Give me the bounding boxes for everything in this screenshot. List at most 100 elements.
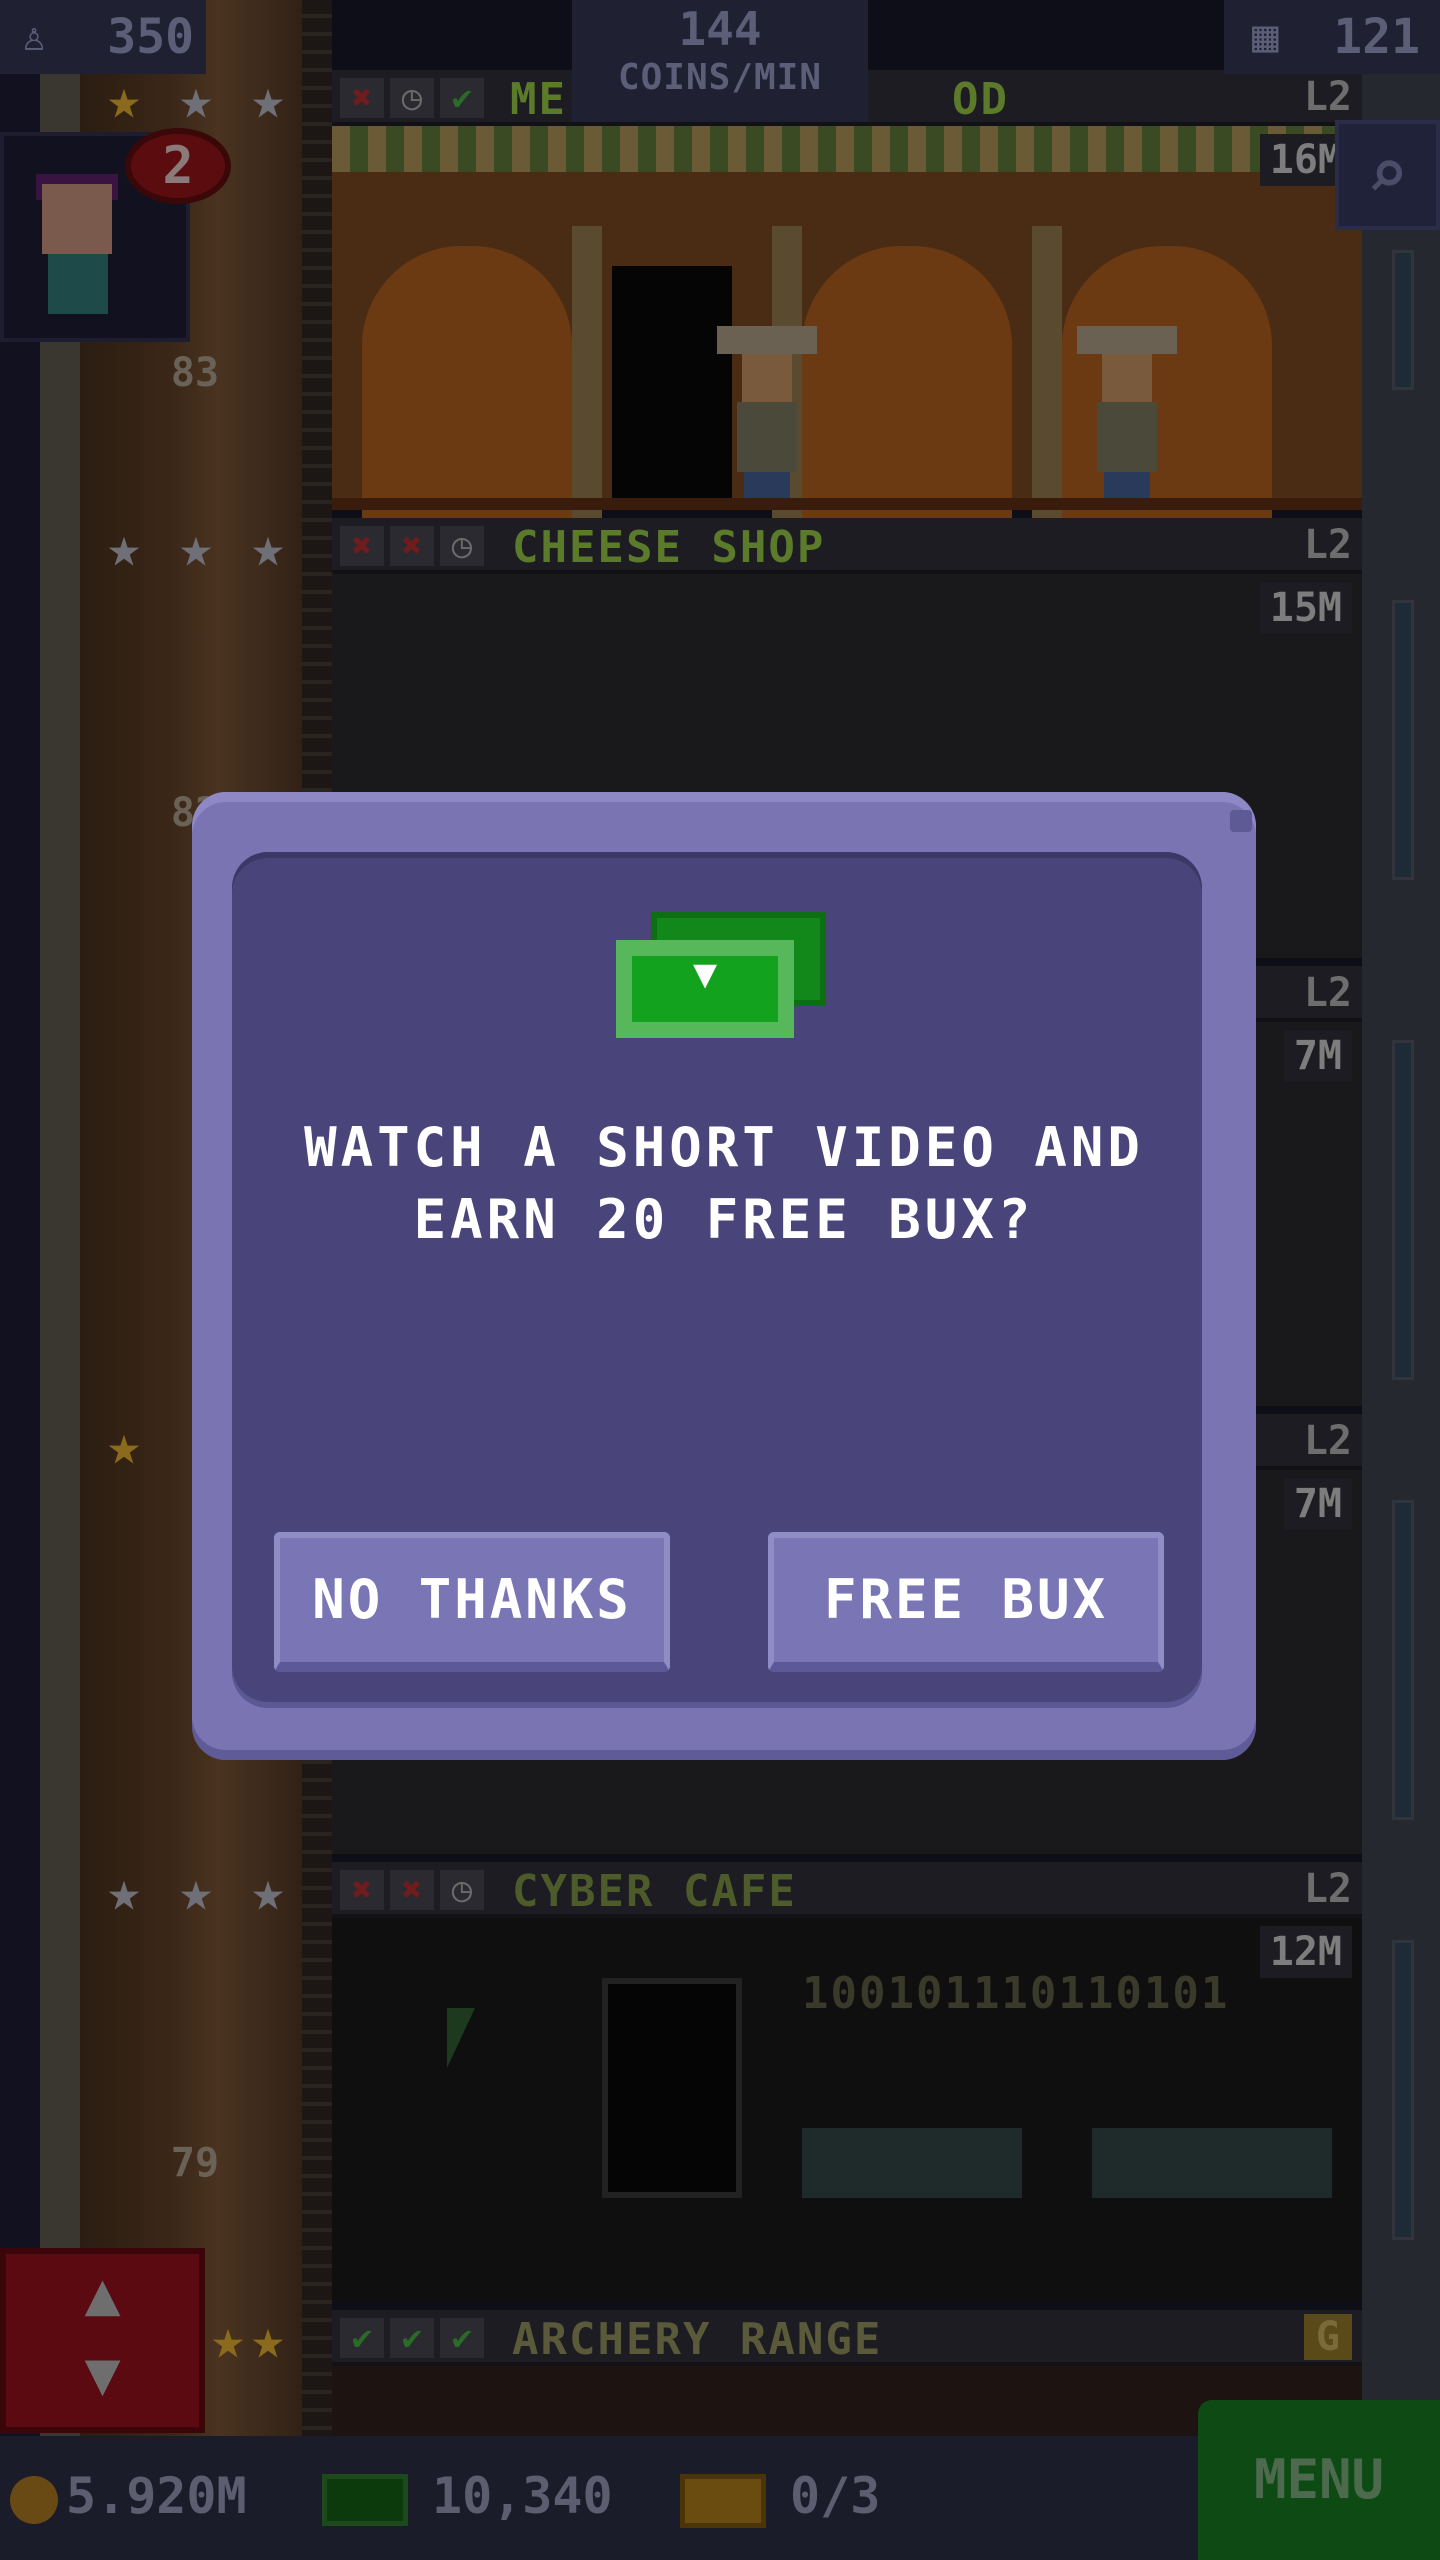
building-icon: ▦ [1252, 11, 1279, 62]
floor-level: L2 [1303, 74, 1352, 120]
stock-empty-icon: ✖ [390, 526, 434, 566]
floor-status-icons: ✖ ✖ ◷ [340, 526, 484, 566]
coins-per-minute: 144 COINS/MIN [572, 0, 868, 122]
floor-counter[interactable]: ▦ 121 [1224, 0, 1440, 74]
floor-name: ARCHERY RANGE [512, 2314, 883, 2365]
room-trim [332, 126, 1362, 172]
star-icon: ★ [179, 515, 213, 580]
floor-header: ✖ ✖ ◷ CYBER CAFE L2 [332, 1862, 1362, 1918]
star-icon: ★ [179, 1859, 213, 1924]
restock-time: 15M [1259, 582, 1352, 634]
game-screen: 83 82 79 ★ ★ ★ ★ ★ ★ ★ ★ ★ ★ ★ ★ ✖ ◷ ✔ M… [0, 0, 1440, 2560]
menu-button[interactable]: MENU [1198, 2400, 1440, 2560]
floor-status-icons: ✖ ✖ ◷ [340, 1870, 484, 1910]
visitor-count-badge: 2 [125, 128, 231, 204]
bitizen-worker[interactable] [717, 326, 817, 506]
scroll-indicator [1392, 1040, 1414, 1380]
elevator-button[interactable]: ▲ ▼ [0, 2248, 205, 2433]
scroll-indicator [1392, 1500, 1414, 1820]
floor-line [332, 498, 1362, 510]
floor-name: CYBER CAFE [512, 1866, 797, 1917]
star-icon: ★ [107, 67, 141, 132]
population-icon: ♙ [22, 14, 47, 60]
magnifier-icon: ⌕ [1366, 133, 1409, 215]
room-interior: 100101110110101 [332, 1918, 1362, 2302]
free-bux-button[interactable]: FREE BUX [768, 1532, 1164, 1672]
stock-empty-icon: ✖ [390, 1870, 434, 1910]
stock-empty-icon: ✖ [340, 1870, 384, 1910]
floor-level: L2 [1303, 1866, 1352, 1912]
dialog-message: WATCH A SHORT VIDEO AND EARN 20 FREE BUX… [192, 1112, 1256, 1256]
restock-time: 7M [1283, 1478, 1352, 1530]
star-icon: ★ [107, 1859, 141, 1924]
cursor-decoration [447, 2008, 475, 2068]
clock-icon: ◷ [440, 526, 484, 566]
floor-number: 83 [170, 350, 220, 396]
coins-per-minute-label: COINS/MIN [617, 57, 823, 98]
computer-desk [1092, 2128, 1332, 2198]
floor-level: G [1303, 2314, 1352, 2360]
bux-bills-icon: ▼ [616, 912, 826, 1062]
up-down-arrows-icon: ▲ ▼ [84, 2259, 121, 2409]
floor-name-suffix: OD [952, 74, 1009, 125]
floor-header: ✖ ✖ ◷ CHEESE SHOP L2 [332, 518, 1362, 574]
floor-number: 79 [170, 2140, 220, 2186]
elevator-column [40, 0, 80, 2460]
coin-icon [10, 2476, 58, 2524]
bitizen-worker[interactable] [1077, 326, 1177, 506]
dialog-message-line: EARN 20 FREE BUX? [413, 1188, 1035, 1251]
floor-level: L2 [1303, 522, 1352, 568]
search-button[interactable]: ⌕ [1335, 120, 1440, 230]
stock-empty-icon: ✖ [340, 526, 384, 566]
restock-time: 12M [1259, 1926, 1352, 1978]
star-icon: ★ [179, 67, 213, 132]
star-icon: ★ [107, 515, 141, 580]
pillar [572, 226, 602, 566]
floor-name: ME [510, 74, 567, 125]
computer-desk [802, 2128, 1022, 2198]
star-icon: ★ [251, 2307, 285, 2372]
binary-sign: 100101110110101 [802, 1968, 1230, 2019]
scroll-indicator [1392, 1940, 1414, 2240]
check-icon: ✔ [390, 2318, 434, 2358]
left-shaft [0, 0, 40, 2560]
floor-cyber-cafe[interactable]: ✖ ✖ ◷ CYBER CAFE L2 100101110110101 12M [332, 1862, 1362, 2302]
avatar-body [48, 254, 108, 314]
clock-icon: ◷ [390, 78, 434, 118]
doorway [612, 266, 732, 506]
doorway [602, 1978, 742, 2198]
stock-empty-icon: ✖ [340, 78, 384, 118]
dialog-corner [1230, 810, 1252, 832]
chest-count: 0/3 [790, 2467, 881, 2525]
floor-mexican-food[interactable]: ✖ ◷ ✔ ME OD L2 16M [332, 70, 1362, 566]
coins-per-minute-value: 144 [678, 2, 762, 56]
star-icon: ★ [251, 67, 285, 132]
star-icon: ★ [251, 515, 285, 580]
population-value: 350 [107, 9, 194, 65]
dialog-message-line: WATCH A SHORT VIDEO AND [304, 1116, 1144, 1179]
clock-icon: ◷ [440, 1870, 484, 1910]
room-interior [332, 126, 1362, 566]
check-icon: ✔ [440, 78, 484, 118]
floor-count-value: 121 [1333, 9, 1420, 65]
floor-status-icons: ✔ ✔ ✔ [340, 2318, 484, 2358]
bux-value: 10,340 [432, 2467, 613, 2525]
scroll-indicator [1392, 600, 1414, 880]
star-icon: ★ [251, 1859, 285, 1924]
coins-value: 5.920M [66, 2467, 247, 2525]
star-icon: ★ [107, 1413, 141, 1478]
floor-level: L2 [1303, 1418, 1352, 1464]
avatar-head [42, 184, 112, 254]
floor-header: ✔ ✔ ✔ ARCHERY RANGE G [332, 2310, 1362, 2366]
check-icon: ✔ [440, 2318, 484, 2358]
scroll-indicator [1392, 250, 1414, 390]
floor-status-icons: ✖ ◷ ✔ [340, 78, 484, 118]
no-thanks-button[interactable]: NO THANKS [274, 1532, 670, 1672]
floor-name: CHEESE SHOP [512, 522, 826, 573]
floor-level: L2 [1303, 970, 1352, 1016]
restock-time: 7M [1283, 1030, 1352, 1082]
free-bux-dialog: ▼ WATCH A SHORT VIDEO AND EARN 20 FREE B… [192, 792, 1256, 1760]
treasure-chest-icon[interactable] [680, 2474, 766, 2528]
population-counter[interactable]: ♙ 350 [0, 0, 206, 74]
bux-icon [322, 2474, 408, 2526]
